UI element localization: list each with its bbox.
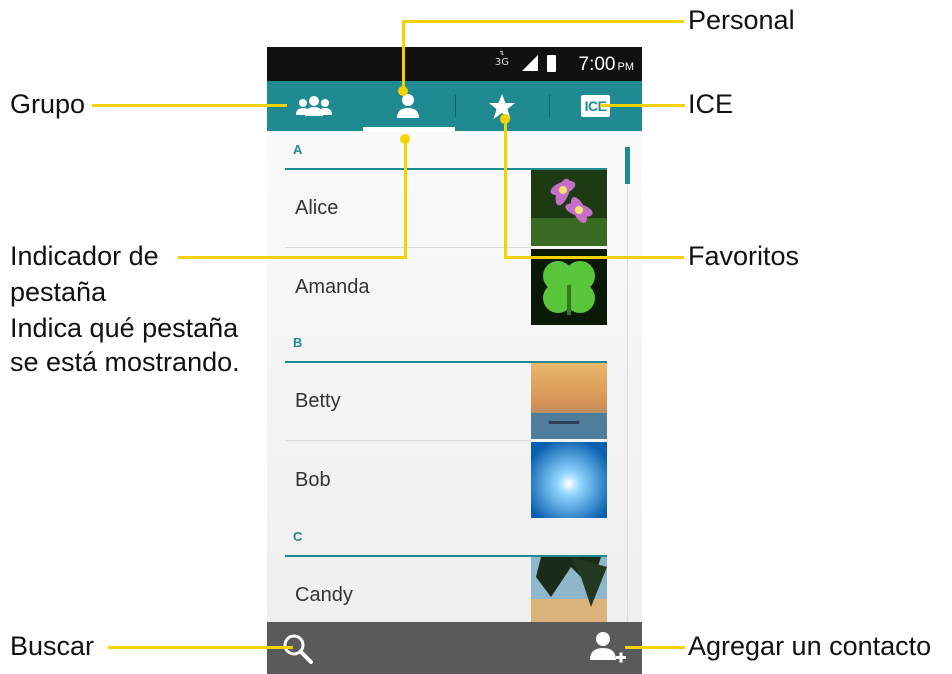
search-button[interactable] xyxy=(281,632,315,666)
contact-photo xyxy=(531,442,607,518)
section-header: B xyxy=(285,325,607,363)
add-contact-button[interactable] xyxy=(588,630,628,668)
phone-screen: ⇅ 3G 7:00 PM ICE A Alice Amanda B Betty … xyxy=(267,47,642,674)
callout-line xyxy=(404,138,407,259)
section-letter: A xyxy=(293,142,303,157)
callout-indicador-desc: Indica qué pestaña xyxy=(10,313,239,343)
callout-line xyxy=(600,104,685,107)
contact-name: Candy xyxy=(295,584,353,606)
callout-dot xyxy=(400,134,410,144)
section-letter: C xyxy=(293,529,303,544)
section-letter: B xyxy=(293,335,303,350)
contact-photo xyxy=(531,170,607,246)
contact-row[interactable]: Betty xyxy=(285,362,607,439)
scrollbar-track xyxy=(627,147,628,622)
contact-photo xyxy=(531,249,607,325)
tab-bar: ICE xyxy=(267,81,642,131)
bottom-action-bar xyxy=(267,622,642,674)
network-indicator: ⇅ 3G xyxy=(494,50,509,69)
section-header: C xyxy=(285,519,607,557)
callout-buscar: Buscar xyxy=(10,631,95,661)
status-bar: ⇅ 3G 7:00 PM xyxy=(267,47,642,81)
callout-line xyxy=(92,104,287,107)
group-icon xyxy=(296,96,332,116)
callout-ice: ICE xyxy=(688,89,734,119)
callout-personal: Personal xyxy=(688,5,795,35)
contact-row[interactable]: Alice xyxy=(285,169,607,246)
scrollbar-thumb[interactable] xyxy=(625,147,630,184)
callout-line xyxy=(402,20,405,92)
callout-line xyxy=(108,646,293,649)
contact-row[interactable]: Amanda xyxy=(285,248,607,325)
tab-personal[interactable] xyxy=(361,81,455,131)
section-header: A xyxy=(285,132,607,170)
contact-photo xyxy=(531,557,607,622)
callout-line xyxy=(625,646,685,649)
callout-favoritos: Favoritos xyxy=(688,241,800,271)
battery-icon xyxy=(547,55,556,72)
contact-name: Amanda xyxy=(295,276,370,298)
contact-photo xyxy=(531,363,607,439)
callout-line xyxy=(402,20,684,23)
callout-line xyxy=(504,256,684,259)
callout-dot xyxy=(500,114,510,124)
callout-grupo: Grupo xyxy=(10,89,86,119)
contact-name: Alice xyxy=(295,197,339,219)
contact-name: Betty xyxy=(295,390,341,412)
contact-row[interactable]: Bob xyxy=(285,441,607,518)
contact-name: Bob xyxy=(295,469,331,491)
callout-dot xyxy=(398,86,408,96)
contact-list[interactable]: A Alice Amanda B Betty Bob C Candy xyxy=(267,132,642,622)
person-icon xyxy=(397,94,419,118)
callout-indicador-title-2: pestaña xyxy=(10,277,107,307)
search-icon xyxy=(283,634,313,664)
callout-agregar: Agregar un contacto xyxy=(688,631,932,661)
signal-icon xyxy=(522,55,538,71)
add-person-icon xyxy=(590,632,626,663)
callout-indicador-title: Indicador de xyxy=(10,241,159,271)
contact-row[interactable]: Candy xyxy=(285,556,607,622)
callout-indicador-desc-2: se está mostrando. xyxy=(10,347,240,377)
callout-line xyxy=(504,118,507,259)
callout-line xyxy=(178,256,407,259)
status-time: 7:00 PM xyxy=(578,54,634,75)
